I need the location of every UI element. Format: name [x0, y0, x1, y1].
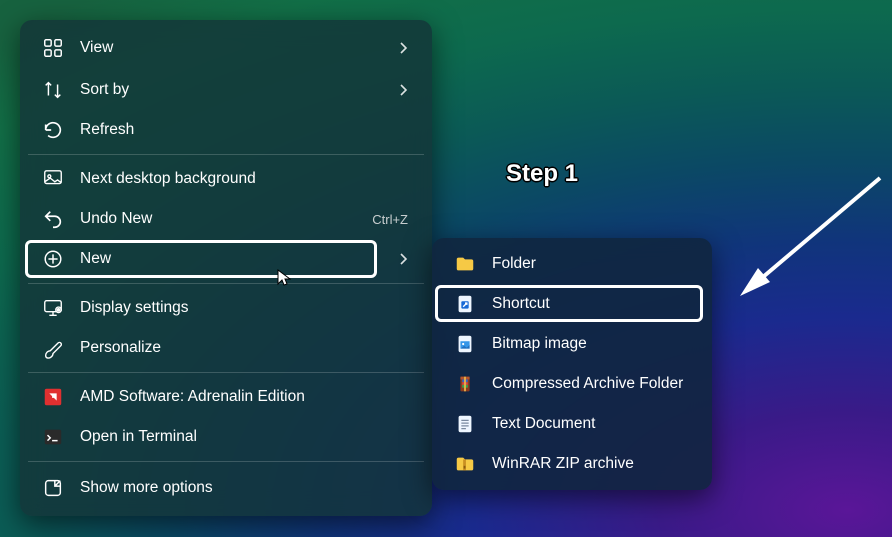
refresh-icon: [40, 117, 66, 143]
sort-icon: [40, 77, 66, 103]
display-icon: [40, 295, 66, 321]
menu-label: AMD Software: Adrenalin Edition: [80, 388, 408, 406]
menu-item-display-settings[interactable]: Display settings: [26, 288, 426, 328]
submenu-item-archive-folder[interactable]: Compressed Archive Folder: [438, 364, 706, 404]
menu-item-sort-by[interactable]: Sort by: [26, 70, 426, 110]
menu-label: Folder: [492, 255, 688, 273]
submenu-item-zip[interactable]: WinRAR ZIP archive: [438, 444, 706, 484]
menu-item-view[interactable]: View: [26, 26, 426, 70]
menu-separator: [28, 154, 424, 155]
menu-label: WinRAR ZIP archive: [492, 455, 688, 473]
menu-label: Display settings: [80, 299, 408, 317]
menu-label: Show more options: [80, 479, 408, 497]
menu-label: Shortcut: [492, 295, 688, 313]
more-icon: [40, 475, 66, 501]
archive-folder-icon: [452, 371, 478, 397]
menu-item-show-more-options[interactable]: Show more options: [26, 466, 426, 510]
menu-separator: [28, 372, 424, 373]
menu-label: Personalize: [80, 339, 408, 357]
menu-label: Compressed Archive Folder: [492, 375, 688, 393]
menu-item-new[interactable]: New: [26, 239, 426, 279]
menu-item-refresh[interactable]: Refresh: [26, 110, 426, 150]
shortcut-file-icon: [452, 291, 478, 317]
menu-label: Undo New: [80, 210, 372, 228]
menu-separator: [28, 283, 424, 284]
chevron-right-icon: [398, 253, 408, 265]
menu-item-next-desktop-background[interactable]: Next desktop background: [26, 159, 426, 199]
menu-item-open-in-terminal[interactable]: Open in Terminal: [26, 417, 426, 457]
submenu-item-text-doc[interactable]: Text Document: [438, 404, 706, 444]
personalize-icon: [40, 335, 66, 361]
desktop-context-menu: View Sort by Refresh Ne: [20, 20, 432, 516]
submenu-item-shortcut[interactable]: Shortcut: [438, 284, 706, 324]
desktop-bg-icon: [40, 166, 66, 192]
menu-label: Next desktop background: [80, 170, 408, 188]
menu-label: Sort by: [80, 81, 398, 99]
menu-label: Text Document: [492, 415, 688, 433]
menu-label: Refresh: [80, 121, 408, 139]
menu-label: Open in Terminal: [80, 428, 408, 446]
menu-shortcut: Ctrl+Z: [372, 212, 408, 227]
step-annotation: Step 1: [506, 160, 578, 188]
submenu-item-folder[interactable]: Folder: [438, 244, 706, 284]
menu-label: Bitmap image: [492, 335, 688, 353]
bitmap-icon: [452, 331, 478, 357]
submenu-item-bitmap[interactable]: Bitmap image: [438, 324, 706, 364]
undo-icon: [40, 206, 66, 232]
menu-separator: [28, 461, 424, 462]
add-icon: [40, 246, 66, 272]
zip-icon: [452, 451, 478, 477]
menu-item-personalize[interactable]: Personalize: [26, 328, 426, 368]
grid-icon: [40, 35, 66, 61]
folder-icon: [452, 251, 478, 277]
new-submenu: Folder Shortcut Bitmap image C: [432, 238, 712, 490]
terminal-icon: [40, 424, 66, 450]
text-doc-icon: [452, 411, 478, 437]
menu-item-undo-new[interactable]: Undo New Ctrl+Z: [26, 199, 426, 239]
tutorial-arrow: [720, 170, 890, 310]
menu-label: New: [80, 250, 398, 268]
menu-label: View: [80, 39, 398, 57]
amd-icon: [40, 384, 66, 410]
chevron-right-icon: [398, 84, 408, 96]
menu-item-amd-software[interactable]: AMD Software: Adrenalin Edition: [26, 377, 426, 417]
chevron-right-icon: [398, 42, 408, 54]
